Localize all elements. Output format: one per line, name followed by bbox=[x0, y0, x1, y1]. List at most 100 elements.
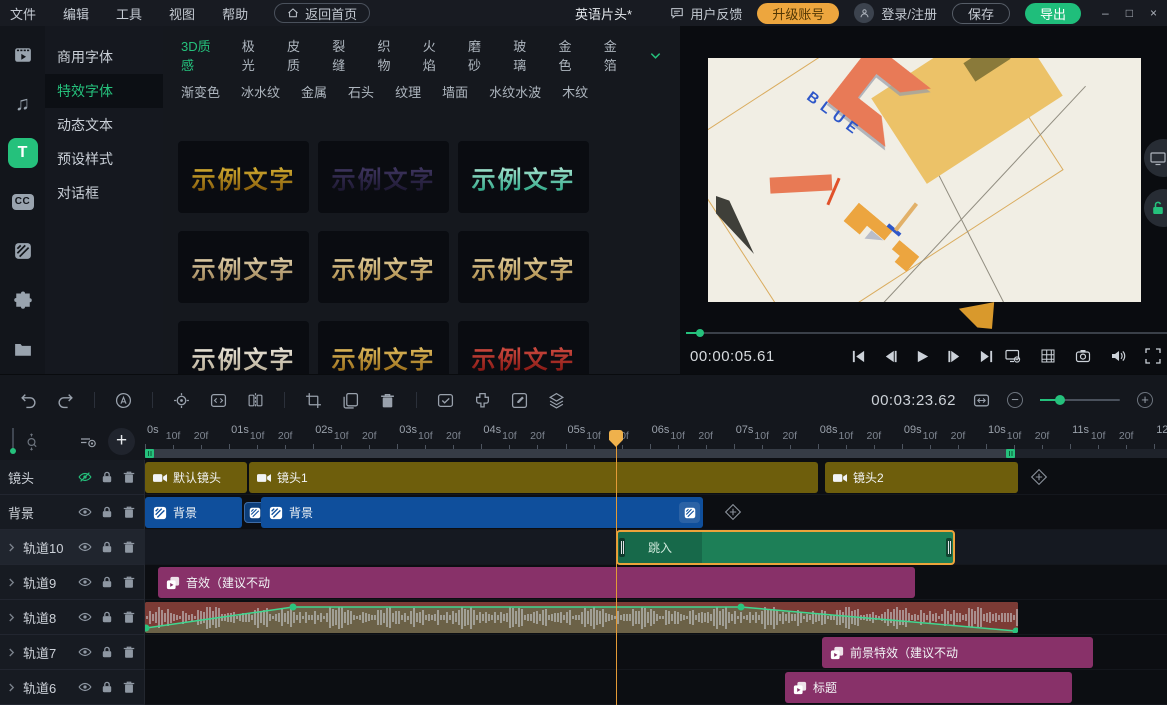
add-clip-diamond-button[interactable] bbox=[723, 502, 743, 522]
clip-camera-1[interactable]: 镜头1 bbox=[249, 462, 818, 493]
track-delete-button[interactable] bbox=[122, 505, 136, 519]
filter-chip[interactable]: 金箔 bbox=[604, 36, 628, 74]
text-style-thumbnail[interactable]: 示例文字 bbox=[318, 231, 449, 303]
edit-button[interactable] bbox=[511, 392, 528, 409]
text-style-thumbnail[interactable]: 示例文字 bbox=[178, 321, 309, 374]
audio-icon[interactable]: ♫ bbox=[0, 79, 45, 128]
scroll-handle-right[interactable] bbox=[1006, 449, 1015, 458]
transition-end-icon[interactable] bbox=[679, 502, 700, 523]
text-style-thumbnail[interactable]: 示例文字 bbox=[458, 231, 589, 303]
auto-mark-button[interactable] bbox=[115, 392, 132, 409]
timeline-zoom-slider[interactable] bbox=[1040, 399, 1120, 401]
category-item[interactable]: 特效字体 bbox=[45, 74, 163, 108]
clip-title[interactable]: 标题 bbox=[785, 672, 1072, 703]
category-item[interactable]: 动态文本 bbox=[45, 108, 163, 142]
display-settings-icon[interactable] bbox=[1005, 348, 1021, 364]
text-style-thumbnail[interactable]: 示例文字 bbox=[318, 141, 449, 213]
category-item[interactable]: 商用字体 bbox=[45, 40, 163, 74]
upgrade-account-button[interactable]: 升级账号 bbox=[757, 3, 839, 24]
category-item[interactable]: 预设样式 bbox=[45, 142, 163, 176]
filter-chip[interactable]: 石头 bbox=[348, 82, 374, 101]
filter-chip[interactable]: 金色 bbox=[558, 36, 582, 74]
play-button[interactable] bbox=[915, 349, 930, 364]
clip-sound-fx[interactable]: 音效（建议不动 bbox=[158, 567, 915, 598]
zoom-slider-knob[interactable] bbox=[1055, 395, 1065, 405]
filter-chip[interactable]: 水纹水波 bbox=[489, 82, 541, 101]
filter-chip[interactable]: 墙面 bbox=[442, 82, 468, 101]
track-delete-button[interactable] bbox=[122, 610, 136, 624]
track-lock-toggle[interactable] bbox=[100, 610, 114, 624]
track-lock-toggle[interactable] bbox=[100, 680, 114, 694]
copy-button[interactable] bbox=[342, 392, 359, 409]
layers-button[interactable] bbox=[548, 392, 565, 409]
track-lock-toggle[interactable] bbox=[100, 505, 114, 519]
zoom-in-button[interactable]: + bbox=[1137, 392, 1153, 408]
track-expand-icon[interactable] bbox=[8, 612, 15, 623]
track-delete-button[interactable] bbox=[122, 540, 136, 554]
track-lock-toggle[interactable] bbox=[100, 575, 114, 589]
menu-item[interactable]: 视图 bbox=[169, 4, 195, 23]
undo-button[interactable] bbox=[20, 392, 37, 409]
skip-start-button[interactable] bbox=[851, 349, 866, 364]
filter-chip[interactable]: 冰水纹 bbox=[241, 82, 280, 101]
text-style-thumbnail[interactable]: 示例文字 bbox=[458, 321, 589, 374]
track-delete-button[interactable] bbox=[122, 680, 136, 694]
clip-foreground-fx[interactable]: 前景特效（建议不动 bbox=[822, 637, 1093, 668]
menu-item[interactable]: 文件 bbox=[10, 4, 36, 23]
filter-chip[interactable]: 极光 bbox=[242, 36, 266, 74]
transition-icon[interactable] bbox=[0, 227, 45, 276]
filter-chip[interactable]: 3D质感 bbox=[181, 36, 221, 74]
scroll-range[interactable] bbox=[145, 449, 1015, 458]
clip-camera-2[interactable]: 镜头2 bbox=[825, 462, 1018, 493]
bracket-button[interactable] bbox=[210, 392, 227, 409]
clip-jump-in-selected[interactable]: 跳入 bbox=[616, 530, 955, 565]
scroll-handle-left[interactable] bbox=[145, 449, 154, 458]
track-lock-toggle[interactable] bbox=[100, 645, 114, 659]
track-delete-button[interactable] bbox=[122, 470, 136, 484]
feedback-button[interactable]: 用户反馈 bbox=[670, 4, 742, 23]
keyframe-button[interactable] bbox=[173, 392, 190, 409]
track-visibility-toggle[interactable] bbox=[78, 610, 92, 624]
render-preview-button[interactable] bbox=[437, 392, 454, 409]
filter-chip[interactable]: 玻璃 bbox=[513, 36, 537, 74]
crop-button[interactable] bbox=[305, 392, 322, 409]
back-home-button[interactable]: 返回首页 bbox=[274, 3, 370, 23]
folder-icon[interactable] bbox=[0, 325, 45, 374]
playhead[interactable] bbox=[609, 430, 623, 705]
track-visibility-toggle[interactable] bbox=[78, 645, 92, 659]
subtitle-icon[interactable]: CC bbox=[0, 177, 45, 226]
track-expand-icon[interactable] bbox=[8, 577, 15, 588]
close-button[interactable]: × bbox=[1150, 6, 1157, 20]
grid-icon[interactable] bbox=[1040, 348, 1056, 364]
text-style-thumbnail[interactable]: 示例文字 bbox=[178, 231, 309, 303]
track-visibility-toggle[interactable] bbox=[78, 680, 92, 694]
timeline-ruler[interactable]: 0s10f20f01s10f20f02s10f20f03s10f20f04s10… bbox=[145, 424, 1167, 449]
filter-chip[interactable]: 皮质 bbox=[287, 36, 311, 74]
text-style-thumbnail[interactable]: 示例文字 bbox=[318, 321, 449, 374]
track-visibility-toggle[interactable] bbox=[78, 540, 92, 554]
text-style-thumbnail[interactable]: 示例文字 bbox=[178, 141, 309, 213]
track-delete-button[interactable] bbox=[122, 575, 136, 589]
track-visibility-toggle[interactable] bbox=[78, 575, 92, 589]
fullscreen-icon[interactable] bbox=[1145, 348, 1161, 364]
filter-chip[interactable]: 火焰 bbox=[423, 36, 447, 74]
clip-camera-default[interactable]: 默认镜头 bbox=[145, 462, 247, 493]
track-lock-toggle[interactable] bbox=[100, 540, 114, 554]
seek-handle[interactable] bbox=[696, 329, 704, 337]
clip-background-1[interactable]: 背景 bbox=[145, 497, 242, 528]
split-button[interactable] bbox=[247, 392, 264, 409]
add-track-button[interactable]: + bbox=[108, 428, 135, 455]
preview-seek-bar[interactable] bbox=[686, 332, 1167, 334]
volume-envelope[interactable] bbox=[145, 602, 1018, 633]
preview-canvas[interactable]: BLUE bbox=[708, 58, 1141, 302]
filter-chip[interactable]: 纹理 bbox=[395, 82, 421, 101]
filter-chip[interactable]: 金属 bbox=[301, 82, 327, 101]
category-item[interactable]: 对话框 bbox=[45, 176, 163, 210]
login-button[interactable]: 登录/注册 bbox=[854, 3, 937, 23]
track-height-slider[interactable] bbox=[12, 428, 14, 452]
clip-background-2[interactable]: 背景 bbox=[261, 497, 703, 528]
track-lock-toggle[interactable] bbox=[100, 470, 114, 484]
zoom-scrub-icon[interactable] bbox=[24, 433, 40, 451]
chevron-down-icon[interactable] bbox=[649, 49, 662, 62]
format-brush-button[interactable] bbox=[474, 392, 491, 409]
